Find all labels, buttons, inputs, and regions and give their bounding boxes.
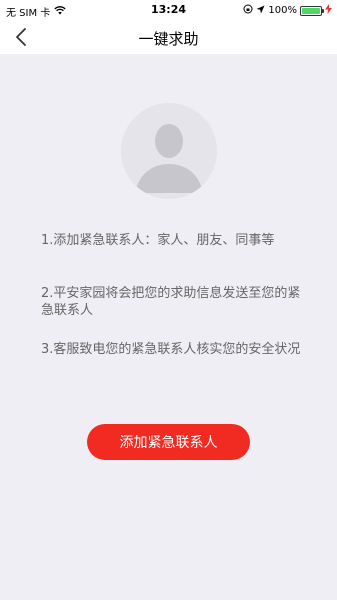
charging-icon <box>325 4 332 17</box>
battery-level <box>302 7 320 14</box>
add-emergency-contact-button[interactable]: 添加紧急联系人 <box>87 424 250 460</box>
battery-percent: 100% <box>268 5 297 16</box>
status-bar: 无 SIM 卡 13:24 100% <box>0 0 337 20</box>
info-item-3: 3.客服致电您的紧急联系人核实您的安全状况 <box>41 342 301 357</box>
location-arrow-icon <box>256 5 265 17</box>
avatar <box>121 103 217 199</box>
info-item-2: 2.平安家园将会把您的求助信息发送至您的紧急联系人 <box>41 286 301 318</box>
screen: 无 SIM 卡 13:24 100% 一键求助 1.添加紧急联系人：家人、朋友、… <box>0 0 337 600</box>
nav-bar: 一键求助 <box>0 20 337 54</box>
page-title: 一键求助 <box>138 30 199 48</box>
lock-rotation-icon <box>243 4 253 17</box>
user-silhouette-icon <box>121 103 217 199</box>
info-item-1: 1.添加紧急联系人：家人、朋友、同事等 <box>41 233 275 248</box>
battery-icon <box>300 5 324 16</box>
status-right: 100% <box>243 4 332 17</box>
